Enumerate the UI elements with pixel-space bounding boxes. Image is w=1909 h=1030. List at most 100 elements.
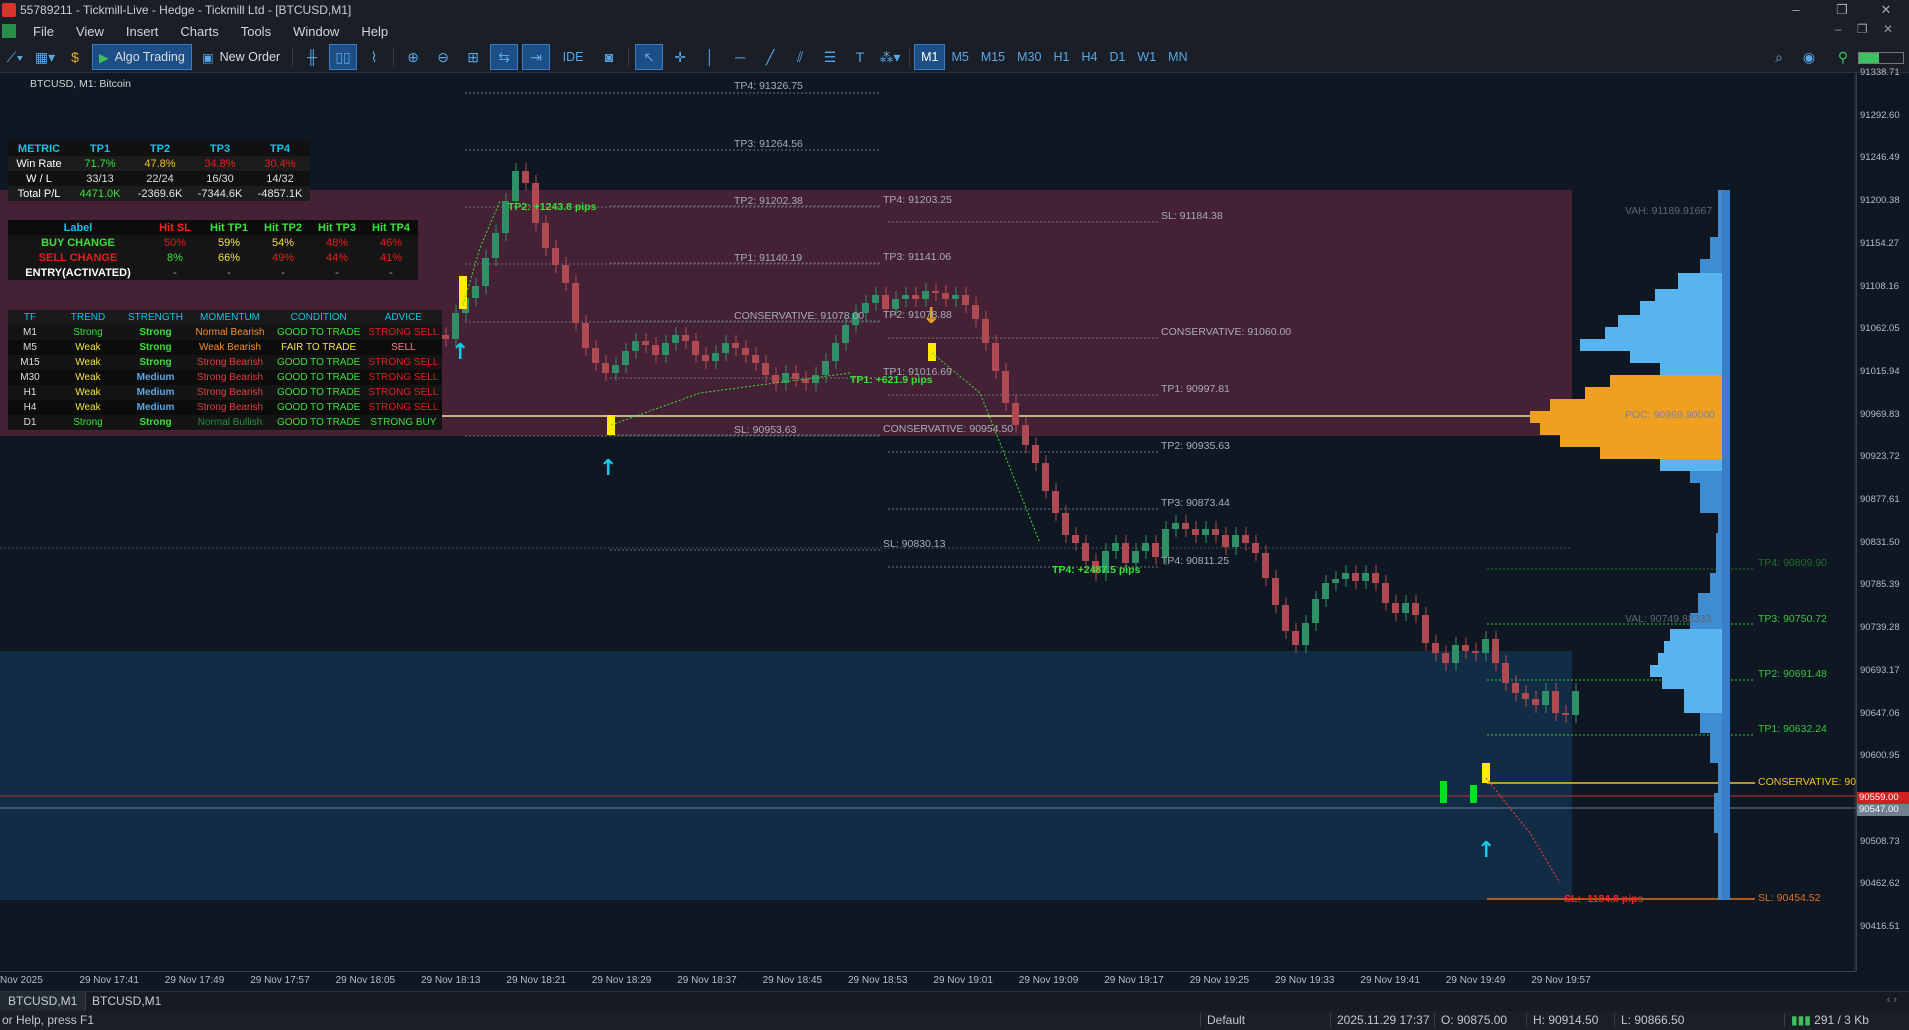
chart-area[interactable]: ↑ ↑ ↑ ↓ BTCUSD, M1: Bitcoin TP4: 91326.75 T… — [0, 73, 1856, 971]
volume-profile-bar — [1540, 423, 1730, 435]
stats-cell: 30.4% — [264, 157, 296, 170]
crosshair-icon[interactable]: ✛ — [667, 45, 693, 69]
candlestick-icon[interactable]: ▯▯ — [329, 44, 358, 70]
child-window-controls[interactable]: – ❐ ✕ — [1835, 22, 1899, 36]
candle-body — [1042, 463, 1049, 491]
signal-icon[interactable]: ⚲ — [1830, 45, 1856, 69]
candle-body — [1542, 691, 1549, 705]
tf-h1[interactable]: H1 — [1047, 45, 1075, 69]
level-label: TP3: 91264.56 — [734, 138, 803, 150]
ide-button[interactable]: IDE — [554, 45, 592, 69]
stats-cell: 33/13 — [86, 172, 114, 185]
chart-shift-icon[interactable]: ⇥ — [522, 44, 551, 70]
tf-cell: Weak — [75, 357, 101, 368]
time-axis[interactable]: Nov 2025 29 Nov 17:41 29 Nov 17:49 29 Nov 1… — [0, 971, 1856, 992]
candle-body — [962, 295, 969, 305]
status-network: ▮▮▮ 291 / 3 Kb — [1784, 1013, 1869, 1027]
tab-scroll-arrows[interactable]: ‹ › — [1887, 994, 1897, 1006]
price-tick-label: 90739.28 — [1860, 622, 1900, 634]
network-icon: ▮▮▮ — [1791, 1013, 1815, 1027]
time-tick-label: 29 Nov 19:17 — [1104, 975, 1164, 986]
chart-tab[interactable]: BTCUSD,M1 — [0, 992, 87, 1011]
time-tick-label: 29 Nov 19:41 — [1360, 975, 1420, 986]
minimize-button[interactable]: – — [1773, 0, 1819, 20]
candle-body — [972, 305, 979, 319]
price-tick-label: 90416.51 — [1860, 921, 1900, 932]
menu-view[interactable]: View — [65, 24, 115, 39]
fibonacci-icon[interactable]: ☰ — [817, 45, 843, 69]
signal-candle — [1470, 785, 1477, 803]
candle-body — [1552, 691, 1559, 713]
cursor-icon[interactable]: ↖ — [635, 44, 664, 70]
volume-profile-bar — [1650, 665, 1730, 677]
level-label: SL: 90830.13 — [883, 538, 946, 550]
stats-table: METRIC TP1 TP2 TP3 TP4 Win Rate 71.7% 47… — [8, 141, 310, 201]
tf-cell: Weak Bearish — [198, 342, 262, 353]
tf-mn[interactable]: MN — [1162, 45, 1193, 69]
vertical-line-icon[interactable]: │ — [697, 45, 723, 69]
screenshot-icon[interactable]: ◙ — [596, 45, 622, 69]
menu-window[interactable]: Window — [282, 24, 350, 39]
candle-body — [1012, 403, 1019, 425]
menu-tools[interactable]: Tools — [230, 24, 282, 39]
search-icon[interactable]: ⌕ — [1766, 45, 1792, 69]
candle-body — [512, 171, 519, 201]
candle-body — [642, 341, 649, 345]
zoom-in-icon[interactable]: ⊕ — [400, 45, 426, 69]
candle-body — [622, 351, 629, 365]
candle-body — [1362, 573, 1369, 581]
tf-h4[interactable]: H4 — [1075, 45, 1103, 69]
menu-help[interactable]: Help — [350, 24, 399, 39]
new-order-button[interactable]: ▣ New Order — [196, 45, 286, 69]
channel-icon[interactable]: ⫽ — [787, 45, 813, 69]
auto-scroll-icon[interactable]: ⇆ — [490, 44, 519, 70]
chart-tab[interactable]: BTCUSD,M1 — [84, 992, 169, 1011]
profiles-icon[interactable]: ▦▾ — [32, 45, 58, 69]
horizontal-line-icon[interactable]: ─ — [727, 45, 753, 69]
trendline-icon[interactable]: ╱ — [757, 45, 783, 69]
shapes-icon[interactable]: ⁂▾ — [877, 45, 903, 69]
menu-file[interactable]: File — [22, 24, 65, 39]
menu-charts[interactable]: Charts — [169, 24, 229, 39]
close-button[interactable]: ✕ — [1863, 0, 1909, 20]
status-help: or Help, press F1 — [2, 1013, 95, 1027]
maximize-button[interactable]: ❐ — [1819, 0, 1865, 20]
candle-body — [1052, 491, 1059, 513]
tf-m5[interactable]: M5 — [945, 45, 974, 69]
menu-insert[interactable]: Insert — [115, 24, 170, 39]
buy-arrow-icon: ↑ — [451, 340, 469, 365]
account-icon[interactable]: ◉ — [1796, 45, 1822, 69]
volume-profile-spine — [1722, 190, 1730, 900]
candle-body — [1382, 583, 1389, 603]
price-tick-label: 90647.06 — [1860, 707, 1900, 719]
price-chart: ↑↑↑↓ — [0, 73, 1856, 971]
candle-body — [842, 325, 849, 343]
tf-m30[interactable]: M30 — [1011, 45, 1047, 69]
price-tick-label: 90969.83 — [1860, 408, 1900, 420]
candle-body — [772, 375, 779, 383]
new-chart-icon[interactable]: ⟋▾ — [2, 45, 28, 69]
text-tool-icon[interactable]: T — [847, 45, 873, 69]
bar-chart-icon[interactable]: ╫ — [299, 45, 325, 69]
candle-body — [1162, 529, 1169, 557]
tf-m1[interactable]: M1 — [914, 44, 946, 70]
price-axis[interactable]: 91338.71 91292.60 91246.49 91200.38 91154.27… — [1856, 67, 1909, 971]
tf-d1[interactable]: D1 — [1103, 45, 1131, 69]
tf-header: MOMENTUM — [200, 312, 260, 323]
tf-w1[interactable]: W1 — [1131, 45, 1162, 69]
market-icon[interactable]: $ — [62, 45, 88, 69]
price-tick-label: 91338.71 — [1860, 67, 1900, 78]
volume-profile-bar — [1630, 351, 1730, 363]
candle-body — [732, 343, 739, 348]
volume-profile-bar — [1658, 653, 1730, 665]
candle-body — [662, 343, 669, 355]
candle-body — [1182, 523, 1189, 529]
chart-symbol-label: BTCUSD, M1: Bitcoin — [30, 78, 131, 90]
line-chart-icon[interactable]: ⌇ — [361, 45, 387, 69]
algo-trading-button[interactable]: ▶ Algo Trading — [92, 44, 192, 70]
tf-m15[interactable]: M15 — [975, 45, 1011, 69]
tile-windows-icon[interactable]: ⊞ — [460, 45, 486, 69]
tf-row-label: M1 — [23, 327, 37, 338]
zoom-out-icon[interactable]: ⊖ — [430, 45, 456, 69]
tf-cell: GOOD TO TRADE — [277, 387, 361, 398]
